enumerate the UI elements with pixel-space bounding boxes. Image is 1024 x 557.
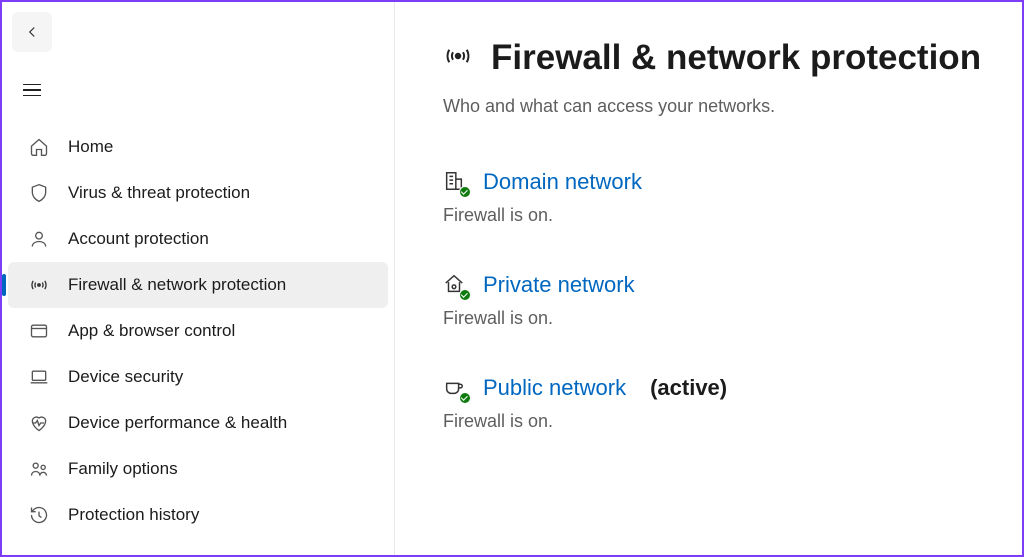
active-label: (active) (650, 375, 727, 401)
sidebar-item-history[interactable]: Protection history (8, 492, 388, 538)
sidebar-item-label: Protection history (68, 505, 199, 525)
sidebar-item-app-browser[interactable]: App & browser control (8, 308, 388, 354)
sidebar-item-account[interactable]: Account protection (8, 216, 388, 262)
sidebar-item-family[interactable]: Family options (8, 446, 388, 492)
arrow-left-icon (23, 23, 41, 41)
sidebar-item-home[interactable]: Home (8, 124, 388, 170)
home-icon (28, 136, 50, 158)
antenna-icon (28, 274, 50, 296)
private-network-link[interactable]: Private network (483, 272, 635, 298)
cafe-icon (443, 376, 467, 400)
sidebar-item-label: Account protection (68, 229, 209, 249)
person-icon (28, 228, 50, 250)
sidebar-item-label: Family options (68, 459, 178, 479)
domain-network-link[interactable]: Domain network (483, 169, 642, 195)
app-icon (28, 320, 50, 342)
antenna-icon (443, 41, 473, 76)
network-block-private: Private network Firewall is on. (443, 272, 1022, 329)
page-title: Firewall & network protection (491, 38, 981, 78)
network-status: Firewall is on. (443, 308, 1022, 329)
sidebar-item-label: Firewall & network protection (68, 275, 286, 295)
sidebar-item-performance[interactable]: Device performance & health (8, 400, 388, 446)
sidebar-item-label: App & browser control (68, 321, 235, 341)
laptop-icon (28, 366, 50, 388)
shield-icon (28, 182, 50, 204)
back-button[interactable] (12, 12, 52, 52)
main-content: Firewall & network protection Who and wh… (395, 2, 1022, 555)
public-network-link[interactable]: Public network (483, 375, 626, 401)
sidebar-item-label: Virus & threat protection (68, 183, 250, 203)
sidebar-item-label: Device security (68, 367, 183, 387)
sidebar-item-virus[interactable]: Virus & threat protection (8, 170, 388, 216)
sidebar-item-firewall[interactable]: Firewall & network protection (8, 262, 388, 308)
network-status: Firewall is on. (443, 205, 1022, 226)
network-status: Firewall is on. (443, 411, 1022, 432)
network-block-domain: Domain network Firewall is on. (443, 169, 1022, 226)
sidebar-item-label: Home (68, 137, 113, 157)
page-subtitle: Who and what can access your networks. (443, 96, 1022, 117)
sidebar: Home Virus & threat protection Account p… (2, 2, 395, 555)
sidebar-item-label: Device performance & health (68, 413, 287, 433)
family-icon (28, 458, 50, 480)
nav-list: Home Virus & threat protection Account p… (2, 124, 394, 538)
building-icon (443, 170, 467, 194)
network-block-public: Public network (active) Firewall is on. (443, 375, 1022, 432)
sidebar-item-device-security[interactable]: Device security (8, 354, 388, 400)
house-network-icon (443, 273, 467, 297)
menu-button[interactable] (12, 70, 52, 110)
history-icon (28, 504, 50, 526)
heart-icon (28, 412, 50, 434)
